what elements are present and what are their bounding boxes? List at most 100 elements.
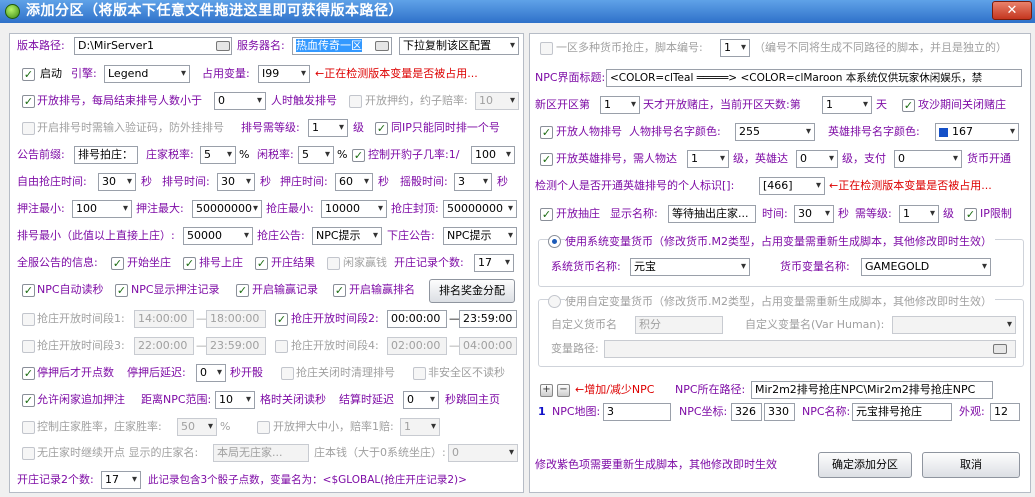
period1-from[interactable]: 14:00:00 [134,310,194,328]
shake-time-select[interactable]: 3 [454,173,492,191]
hero-p-level-select[interactable]: 1 [687,150,729,168]
bulletin-input[interactable]: 排号拍庄： [74,146,138,164]
period1-checkbox[interactable] [22,313,35,326]
bet-time-select[interactable]: 60 [335,173,373,191]
record-select[interactable]: 17 [474,254,514,272]
rank-time-select[interactable]: 30 [217,173,255,191]
big-small-select[interactable]: 1 [400,418,440,436]
npc-path-input[interactable]: Mir2m2排号抢庄NPC\Mir2m2排号抢庄NPC [751,381,993,399]
ctrl-bank-checkbox[interactable] [22,421,35,434]
remove-npc-icon[interactable]: − [557,384,570,397]
no-bank-checkbox[interactable] [22,447,35,460]
rank-up-checkbox[interactable]: ✓ [183,257,196,270]
win-log-checkbox[interactable]: ✓ [236,284,249,297]
stop-dots-checkbox[interactable]: ✓ [22,367,35,380]
ranking-min-select[interactable]: 0 [214,92,266,110]
npc-range-select[interactable]: 10 [215,391,255,409]
need-level-select[interactable]: 1 [899,205,939,223]
clear-on-close-checkbox[interactable] [281,367,294,380]
new-zone-select[interactable]: 1 [600,96,640,114]
period2-from[interactable]: 00:00:00 [387,310,447,328]
not-win-read-checkbox[interactable] [413,367,426,380]
open-bet-checkbox[interactable] [349,95,362,108]
win-rank-checkbox[interactable]: ✓ [333,284,346,297]
multi-currency-checkbox[interactable] [540,42,553,55]
cur-day-select[interactable]: 1 [822,96,872,114]
free-time-select[interactable]: 30 [98,173,136,191]
period3-to[interactable]: 23:59:00 [206,337,266,355]
siege-close-checkbox[interactable]: ✓ [902,99,915,112]
same-ip-checkbox[interactable]: ✓ [375,122,388,135]
allow-extra-checkbox[interactable]: ✓ [22,394,35,407]
time-select[interactable]: 30 [794,205,834,223]
bank-result-checkbox[interactable]: ✓ [255,257,268,270]
browse-icon[interactable] [216,41,230,51]
script-no-select[interactable]: 1 [720,39,750,57]
idle-win-checkbox[interactable] [327,257,340,270]
rank-min-select[interactable]: 50000 [183,227,253,245]
hero-pay-select[interactable]: 0 [894,150,962,168]
display-name-input[interactable]: 等待抽出庄家... [668,205,756,223]
npc-show-checkbox[interactable]: ✓ [115,284,128,297]
grab-cap-select[interactable]: 50000000 [443,200,517,218]
npc-y-input[interactable]: 330 [764,403,795,421]
open-hero-checkbox[interactable]: ✓ [540,153,553,166]
bet-min-select[interactable]: 100 [72,200,132,218]
hero-color-select[interactable]: 167 [935,123,1019,141]
grab-notice-select[interactable]: NPC提示 [312,227,382,245]
hero-h-level-select[interactable]: 0 [796,150,838,168]
npc-title-input[interactable]: <COLOR=clTeal ═════> <COLOR=clMaroon 本系统… [606,69,1022,87]
confirm-add-zone-button[interactable]: 确定添加分区 [818,452,912,478]
engine-select[interactable]: Legend [104,65,190,83]
browse-server-icon[interactable] [375,41,389,51]
control-odds-select[interactable]: 100 [471,146,515,164]
ranking-open-checkbox[interactable]: ✓ [22,95,35,108]
add-npc-icon[interactable]: + [540,384,553,397]
open-person-checkbox[interactable]: ✓ [540,126,553,139]
period2-checkbox[interactable]: ✓ [275,313,288,326]
cancel-button[interactable]: 取消 [922,452,1020,478]
period3-checkbox[interactable] [22,340,35,353]
npc-map-input[interactable]: 3 [603,403,671,421]
grab-min-select[interactable]: 10000 [321,200,387,218]
down-notice-select[interactable]: NPC提示 [443,227,517,245]
start-bank-checkbox[interactable]: ✓ [111,257,124,270]
control-odds-checkbox[interactable]: ✓ [352,149,365,162]
tax-select[interactable]: 5 [200,146,236,164]
version-path-input[interactable]: D:\MirServer1 [74,37,232,55]
period4-from[interactable]: 02:00:00 [387,337,447,355]
bet-odds-select[interactable]: 10 [475,92,519,110]
settle-delay-select[interactable]: 0 [403,391,439,409]
custom-currency-radio[interactable] [548,295,561,308]
sys-currency-radio[interactable] [548,235,561,248]
close-button[interactable]: ✕ [992,1,1032,20]
period4-to[interactable]: 04:00:00 [459,337,517,355]
custom-name-input[interactable]: 积分 [635,316,723,334]
rec2-select[interactable]: 17 [101,471,141,489]
bank-money-select[interactable]: 0 [448,444,518,462]
period4-checkbox[interactable] [275,340,288,353]
period2-to[interactable]: 23:59:00 [459,310,517,328]
start-checkbox[interactable]: ✓ [22,68,35,81]
var-path-browse-icon[interactable] [993,344,1007,354]
npc-x-input[interactable]: 326 [731,403,762,421]
sys-currency-name-select[interactable]: 元宝 [630,258,750,276]
npc-auto-checkbox[interactable]: ✓ [22,284,35,297]
ip-limit-checkbox[interactable]: ✓ [964,208,977,221]
no-bank-input[interactable]: 本局无庄家... [213,444,309,462]
person-color-select[interactable]: 255 [735,123,815,141]
npc-name-input[interactable]: 元宝排号抢庄 [852,403,952,421]
look-input[interactable]: 12 [990,403,1020,421]
ctrl-bank-select[interactable]: 50 [177,418,217,436]
var-path-input[interactable] [604,340,1016,358]
period1-to[interactable]: 18:00:00 [206,310,266,328]
detect-select[interactable]: [466] [759,177,825,195]
var-select[interactable]: I99 [258,65,310,83]
award-button[interactable]: 排名奖金分配 [429,279,515,303]
copy-config-select[interactable]: 下拉复制该区配置 [399,37,519,55]
currency-var-select[interactable]: GAMEGOLD [861,258,991,276]
bet-max-select[interactable]: 50000000 [192,200,262,218]
level-select[interactable]: 1 [308,119,348,137]
period3-from[interactable]: 22:00:00 [134,337,194,355]
big-small-checkbox[interactable] [257,421,270,434]
